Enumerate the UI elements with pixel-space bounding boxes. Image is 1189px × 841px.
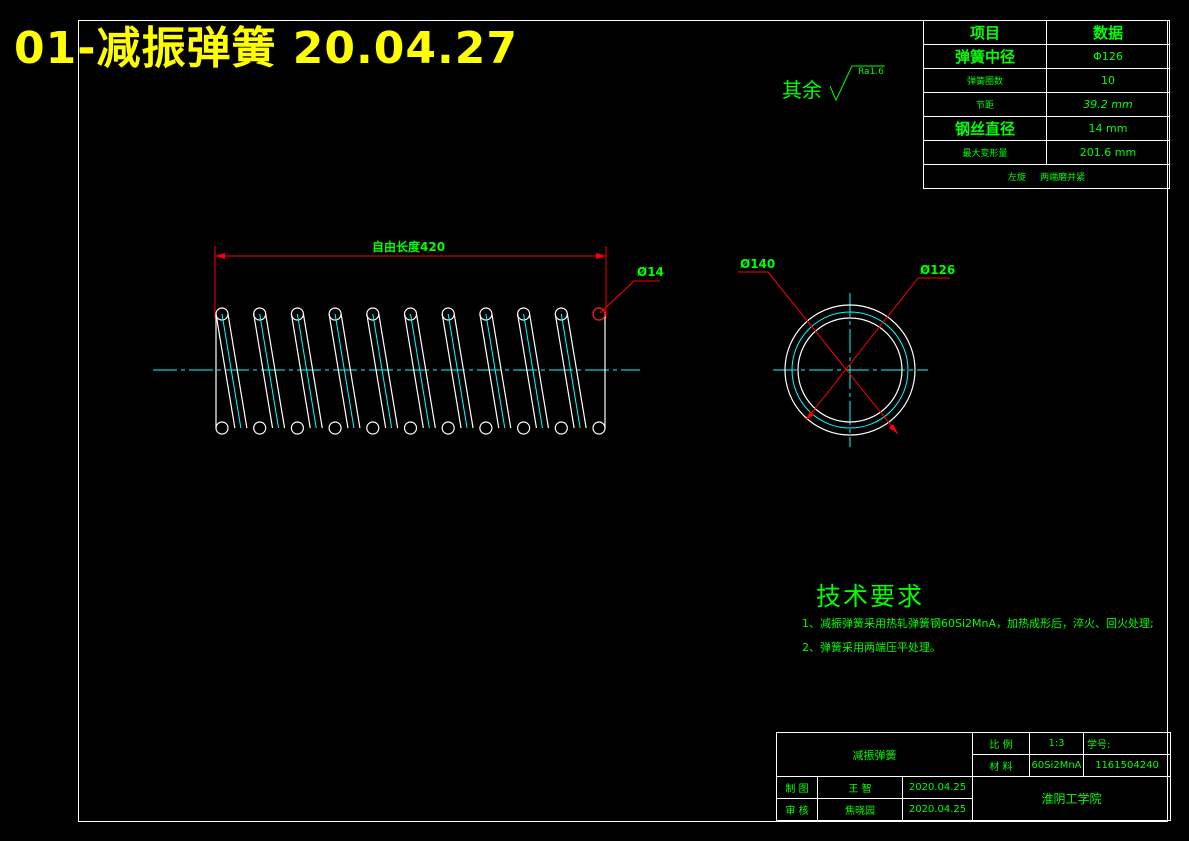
outer-diameter-dim: Ø140 xyxy=(740,257,776,271)
coil-edge xyxy=(529,313,550,429)
title-block: 减振弹簧 比 例 1:3 学号: 材 料 60Si2MnA 1161504240… xyxy=(776,732,1171,821)
coil-edge xyxy=(441,313,462,429)
coil-bottom-section xyxy=(366,421,380,435)
coil-edge xyxy=(453,313,474,429)
coil-bottom-section xyxy=(441,421,455,435)
coil-bottom-section xyxy=(479,421,493,435)
tech-req-item: 2、弹簧采用两端压平处理。 xyxy=(802,641,941,654)
material-value: 60Si2MnA xyxy=(1029,754,1084,777)
part-name: 减振弹簧 xyxy=(776,732,973,777)
coil-bottom-section xyxy=(592,421,606,435)
coil-bottom-section xyxy=(253,421,267,435)
coil-bottom-section xyxy=(516,421,531,435)
coil-edge xyxy=(215,313,236,429)
tech-req-item: 1、减振弹簧采用热轧弹簧钢60Si2MnA，加热成形后，淬火、回火处理; xyxy=(802,617,1154,630)
scale-value: 1:3 xyxy=(1029,732,1084,755)
coil-edge xyxy=(227,313,248,429)
material-label: 材 料 xyxy=(972,754,1030,777)
coil-edge xyxy=(302,313,323,429)
school-name: 淮阴工学院 xyxy=(972,776,1171,821)
coil-edge xyxy=(479,313,500,429)
coil-edge xyxy=(491,313,512,429)
review-label: 审 核 xyxy=(776,798,818,821)
coil-bottom-section xyxy=(328,421,342,435)
drawn-name: 王 智 xyxy=(817,776,903,799)
mean-diameter-dim: Ø126 xyxy=(920,263,956,277)
coil-edge xyxy=(378,313,399,429)
review-date: 2020.04.25 xyxy=(902,798,973,821)
review-name: 焦晓园 xyxy=(817,798,903,821)
wire-section-marker xyxy=(592,307,606,321)
coil-edge xyxy=(265,313,286,429)
wire-diameter-dim: Ø14 xyxy=(637,265,664,279)
coil-edge xyxy=(554,313,575,429)
spring-drawing xyxy=(153,246,950,447)
tech-req-title: 技术要求 xyxy=(816,582,925,611)
scale-label: 比 例 xyxy=(972,732,1030,755)
coil-edge xyxy=(566,313,587,429)
coil-edge xyxy=(328,313,349,429)
coil-edge xyxy=(415,313,436,429)
coil-edge xyxy=(517,313,538,429)
coil-edge xyxy=(366,313,387,429)
coil-edge xyxy=(253,313,274,429)
student-no-label: 学号: xyxy=(1083,732,1171,755)
student-no: 1161504240 xyxy=(1083,754,1171,777)
coil-bottom-section xyxy=(290,421,304,435)
coil-bottom-section xyxy=(554,421,568,435)
coil-bottom-section xyxy=(215,421,229,435)
coil-edge xyxy=(340,313,361,429)
coil-bottom-section xyxy=(403,421,418,435)
spring-coils xyxy=(215,307,606,435)
drawn-label: 制 图 xyxy=(776,776,818,799)
drawn-date: 2020.04.25 xyxy=(902,776,973,799)
coil-edge xyxy=(290,313,311,429)
free-length-dim: 自由长度420 xyxy=(372,240,446,254)
coil-edge xyxy=(403,313,424,429)
